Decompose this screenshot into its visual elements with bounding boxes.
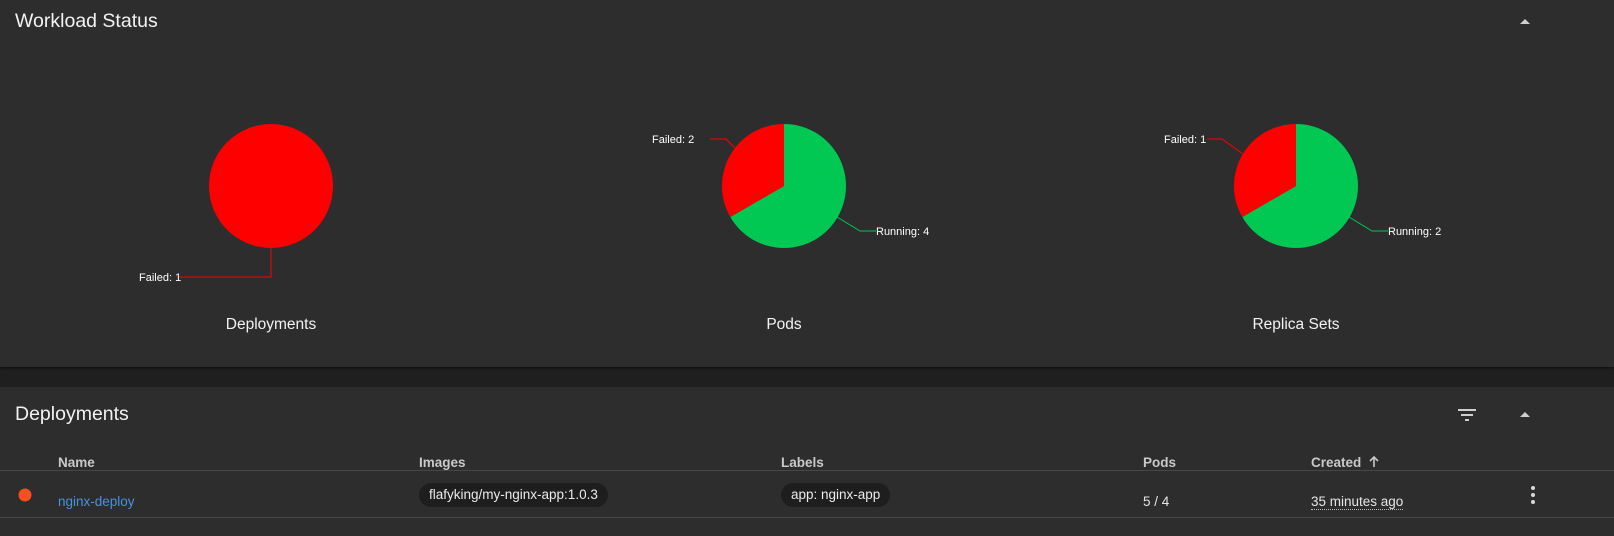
deployments-pie: Failed: 1	[139, 124, 333, 284]
deployments-chart-title: Deployments	[225, 316, 317, 333]
deployment-name-link[interactable]: nginx-deploy	[58, 494, 135, 510]
chevron-up-icon	[1520, 412, 1530, 417]
column-header-created[interactable]: Created	[1311, 455, 1381, 470]
column-header-name[interactable]: Name	[58, 455, 95, 470]
running-leader-line	[836, 216, 876, 232]
filter-icon	[1458, 409, 1476, 421]
pods-count: 5 / 4	[1143, 494, 1170, 509]
pods-pie: Failed: 2 Running: 4	[652, 124, 929, 248]
pie-slices	[722, 124, 846, 248]
pods-chart: Failed: 2 Running: 4 Pods	[624, 80, 944, 333]
arrow-up-icon	[1369, 455, 1379, 467]
running-leader-line	[1348, 216, 1388, 232]
running-slice-label: Running: 4	[876, 226, 929, 238]
failed-leader-line	[1207, 138, 1244, 155]
status-dot	[18, 488, 32, 502]
running-slice-label: Running: 2	[1388, 226, 1441, 238]
image-chip: flafyking/my-nginx-app:1.0.3	[419, 483, 608, 507]
created-time-text: 35 minutes ago	[1311, 494, 1404, 510]
column-header-created-label: Created	[1311, 455, 1362, 470]
label-chip: app: nginx-app	[781, 483, 891, 507]
filter-button[interactable]	[1455, 403, 1479, 427]
column-header-images: Images	[419, 455, 466, 470]
workload-status-title: Workload Status	[15, 10, 158, 32]
replica-sets-chart-title: Replica Sets	[1252, 316, 1340, 333]
column-header-pods: Pods	[1143, 455, 1177, 470]
created-time: 35 minutes ago	[1311, 494, 1404, 510]
deployments-card: Deployments Name Images Labels Pods Crea…	[0, 387, 1614, 536]
failed-slice-label: Failed: 1	[139, 272, 181, 284]
workload-status-card: Workload Status Failed: 1 Deployments Fa…	[0, 0, 1614, 367]
collapse-deployments-button[interactable]	[1513, 403, 1537, 427]
row-actions-button[interactable]	[1521, 483, 1545, 507]
collapse-workload-button[interactable]	[1513, 10, 1537, 34]
table-header-divider	[0, 470, 1614, 471]
pie-slices	[1234, 124, 1358, 248]
replica-sets-pie: Failed: 1 Running: 2	[1164, 124, 1441, 248]
pods-chart-title: Pods	[766, 316, 802, 333]
table-row-divider	[0, 517, 1614, 518]
column-header-labels: Labels	[781, 455, 824, 470]
deployments-title: Deployments	[15, 403, 129, 425]
failed-leader-line	[177, 247, 272, 278]
pie-slices	[209, 124, 333, 248]
failed-slice-label: Failed: 2	[652, 134, 694, 146]
deployments-chart: Failed: 1 Deployments	[111, 80, 431, 333]
failed-slice	[209, 124, 333, 248]
more-vert-icon	[1531, 486, 1535, 504]
chevron-up-icon	[1520, 19, 1530, 24]
failed-slice-label: Failed: 1	[1164, 134, 1206, 146]
status-dot-icon	[18, 488, 32, 502]
replica-sets-chart: Failed: 1 Running: 2 Replica Sets	[1136, 80, 1456, 333]
